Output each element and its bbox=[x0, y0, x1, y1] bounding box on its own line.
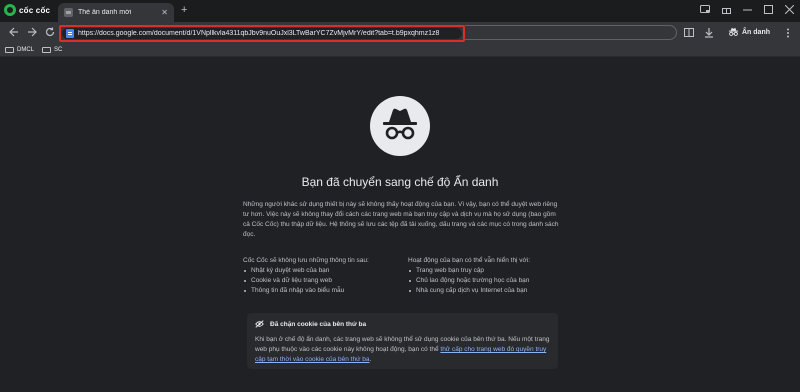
brand-name: cốc cốc bbox=[19, 5, 51, 15]
coccoc-logo[interactable]: cốc cốc bbox=[4, 4, 50, 16]
list-item: Chủ lao động hoặc trường học của bạn bbox=[408, 276, 568, 286]
folder-icon bbox=[5, 47, 14, 53]
incognito-description: Những người khác sử dụng thiết bị này sẽ… bbox=[243, 201, 559, 238]
cookie-card-header: Đã chặn cookie của bên thứ ba bbox=[255, 320, 366, 328]
third-party-cookie-card: Đã chặn cookie của bên thứ ba Khi bạn ở … bbox=[247, 313, 558, 369]
tab-incognito[interactable]: Thẻ ẩn danh mới ✕ bbox=[58, 3, 174, 22]
incognito-profile-chip[interactable]: Ẩn danh bbox=[728, 27, 770, 37]
incognito-page: Bạn đã chuyển sang chế độ Ẩn danh Những … bbox=[0, 57, 800, 392]
url-highlight-box: https://docs.google.com/document/d/1VNpl… bbox=[59, 25, 465, 42]
still-visible-heading: Hoạt động của bạn có thể vẫn hiển thị vớ… bbox=[408, 257, 531, 264]
google-docs-icon bbox=[66, 29, 74, 38]
address-bar-extension[interactable] bbox=[465, 25, 677, 40]
tab-strip: cốc cốc Thẻ ẩn danh mới ✕ + bbox=[0, 0, 800, 22]
forward-arrow-icon[interactable] bbox=[27, 27, 37, 37]
cookie-card-title: Đã chặn cookie của bên thứ ba bbox=[270, 320, 367, 328]
still-visible-section: Hoạt động của bạn có thể vẫn hiển thị vớ… bbox=[408, 256, 568, 296]
close-window-icon[interactable] bbox=[785, 5, 794, 14]
list-item: Cookie và dữ liệu trang web bbox=[243, 276, 393, 286]
maximize-icon[interactable] bbox=[764, 5, 773, 14]
new-tab-button[interactable]: + bbox=[181, 5, 187, 16]
bookmark-label: SC bbox=[54, 47, 63, 53]
incognito-label: Ẩn danh bbox=[742, 28, 770, 36]
bookmark-folder-sc[interactable]: SC bbox=[42, 47, 62, 53]
toolbar: https://docs.google.com/document/d/1VNpl… bbox=[0, 22, 800, 44]
gift-icon[interactable] bbox=[722, 5, 731, 14]
close-tab-icon[interactable]: ✕ bbox=[161, 8, 168, 17]
list-item: Nhật ký duyệt web của bạn bbox=[243, 266, 393, 276]
cookie-card-body: Khi bạn ở chế độ ẩn danh, các trang web … bbox=[255, 335, 551, 365]
reload-icon[interactable] bbox=[45, 27, 55, 37]
address-bar[interactable]: https://docs.google.com/document/d/1VNpl… bbox=[62, 28, 462, 39]
incognito-hero bbox=[370, 96, 430, 156]
window-controls bbox=[700, 5, 794, 14]
list-item: Trang web bạn truy cập bbox=[408, 266, 568, 276]
list-item: Nhà cung cấp dịch vụ Internet của bạn bbox=[408, 286, 568, 296]
url-text[interactable]: https://docs.google.com/document/d/1VNpl… bbox=[78, 30, 439, 37]
incognito-hero-icon bbox=[383, 108, 417, 140]
back-arrow-icon[interactable] bbox=[9, 27, 19, 37]
incognito-icon bbox=[728, 27, 739, 36]
download-icon[interactable] bbox=[704, 28, 714, 38]
tab-title: Thẻ ẩn danh mới bbox=[78, 9, 132, 16]
coccoc-logo-icon bbox=[4, 4, 16, 16]
not-saved-heading: Cốc Cốc sẽ không lưu những thông tin sau… bbox=[243, 257, 369, 264]
bookmark-folder-dmcl[interactable]: DMCL bbox=[5, 47, 34, 53]
incognito-tab-icon bbox=[64, 8, 73, 17]
bookmark-label: DMCL bbox=[17, 47, 35, 53]
reading-mode-icon[interactable] bbox=[684, 28, 694, 37]
page-title: Bạn đã chuyển sang chế độ Ẩn danh bbox=[301, 175, 499, 189]
menu-icon[interactable] bbox=[786, 28, 790, 38]
folder-icon bbox=[42, 47, 52, 53]
list-item: Thông tin đã nhập vào biểu mẫu bbox=[243, 286, 393, 296]
cookie-card-end: . bbox=[369, 356, 372, 363]
tab-search-icon[interactable] bbox=[700, 5, 710, 14]
bookmarks-bar: DMCL SC bbox=[0, 44, 800, 57]
eye-off-icon bbox=[255, 320, 264, 328]
minimize-icon[interactable] bbox=[743, 5, 752, 14]
not-saved-section: Cốc Cốc sẽ không lưu những thông tin sau… bbox=[243, 256, 393, 296]
